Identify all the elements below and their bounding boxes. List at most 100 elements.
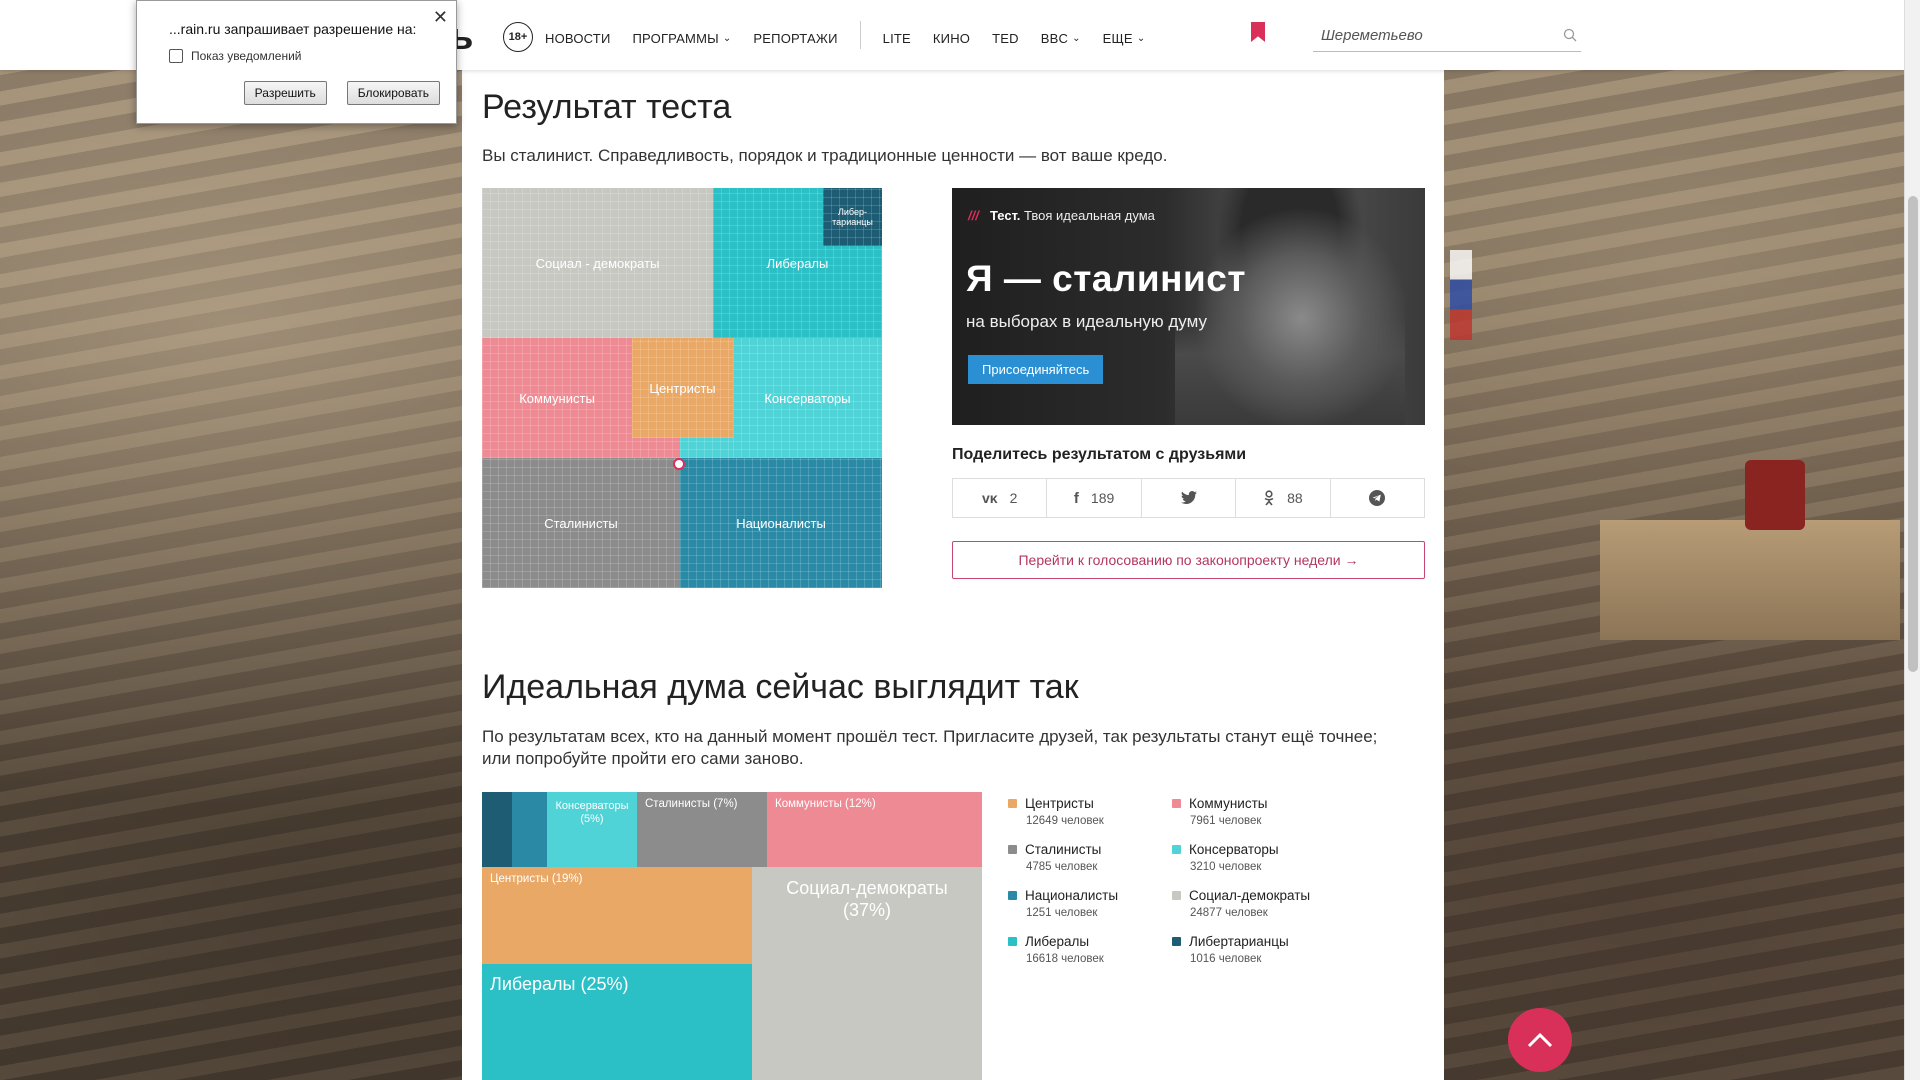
- share-facebook-button[interactable]: f 189: [1047, 479, 1142, 517]
- scrollbar-thumb[interactable]: [1908, 196, 1918, 672]
- cell-label: Сталинисты (7%): [645, 798, 738, 810]
- cell-label: Сталинисты: [544, 515, 618, 531]
- cell-label: Консерваторы (5%): [555, 800, 629, 825]
- treemap-cell-centrists: Центристы (19%): [482, 867, 752, 964]
- promo-tag: Тест. Твоя идеальная дума: [990, 208, 1155, 223]
- search-input[interactable]: [1313, 27, 1543, 44]
- treemap-cell-nationalists: [512, 792, 547, 867]
- share-count: 88: [1287, 490, 1303, 506]
- legend-name: Либералы: [1025, 934, 1090, 949]
- nav-label: TED: [992, 30, 1019, 46]
- nav-item-bbc[interactable]: BBC ⌄: [1041, 27, 1081, 49]
- nav-label: BBC: [1040, 30, 1069, 46]
- share-odnoklassniki-button[interactable]: 88: [1236, 479, 1331, 517]
- search-icon[interactable]: [1563, 28, 1577, 42]
- podium: [1600, 520, 1900, 640]
- popup-title: ...rain.ru запрашивает разрешение на:: [169, 21, 417, 37]
- legend-swatch: [1008, 891, 1017, 900]
- close-icon[interactable]: ✕: [433, 7, 448, 28]
- join-button[interactable]: Присоединяйтесь: [968, 355, 1104, 384]
- chevron-up-icon: [1527, 1032, 1553, 1048]
- facebook-icon: f: [1073, 489, 1079, 507]
- search-box: [1313, 20, 1581, 52]
- treemap-cell-communists-extra: [632, 438, 680, 458]
- legend-count: 4785 человек: [1026, 861, 1098, 873]
- legend-count: 16618 человек: [1026, 953, 1104, 965]
- nav-item-reports[interactable]: РЕПОРТАЖИ: [753, 27, 837, 49]
- vote-link-button[interactable]: Перейти к голосованию по законопроекту н…: [952, 541, 1425, 579]
- legend-count: 1016 человек: [1190, 953, 1262, 965]
- legend-name: Либертарианцы: [1189, 934, 1289, 949]
- treemap-cell-liberals: Либералы (25%): [482, 964, 752, 1080]
- overall-treemap: Консерваторы (5%) Сталинисты (7%) Коммун…: [482, 792, 982, 1080]
- chevron-down-icon: ⌄: [1072, 32, 1081, 44]
- nav-divider: [859, 21, 861, 49]
- nav-label: LITE: [882, 30, 911, 46]
- block-button[interactable]: Блокировать: [346, 81, 440, 105]
- share-twitter-button[interactable]: [1142, 479, 1237, 517]
- flag: [1450, 250, 1472, 340]
- legend-swatch: [1008, 799, 1017, 808]
- legend-name: Сталинисты: [1025, 842, 1102, 857]
- legend-item: Националисты 1251 человек: [1008, 888, 1178, 919]
- chair: [1745, 460, 1805, 530]
- bookmark-icon[interactable]: [1251, 22, 1265, 42]
- result-title: Результат теста: [482, 88, 732, 126]
- promo-tag-rest: Твоя идеальная дума: [1020, 208, 1155, 223]
- nav-item-news[interactable]: НОВОСТИ: [545, 27, 611, 49]
- legend-item: Центристы 12649 человек: [1008, 796, 1178, 827]
- result-marker: [673, 458, 685, 470]
- brand-stripes: ///: [968, 208, 979, 223]
- page-scrollbar[interactable]: [1904, 0, 1920, 1080]
- nav-label: ЕЩЕ: [1102, 30, 1133, 46]
- nav-item-more[interactable]: ЕЩЕ ⌄: [1103, 27, 1146, 49]
- share-vk-button[interactable]: ᴠκ 2: [953, 479, 1048, 517]
- legend-count: 3210 человек: [1190, 861, 1262, 873]
- treemap-cell-socdem: Социал - демократы: [482, 188, 713, 338]
- age-rating-badge: 18+: [503, 22, 533, 52]
- treemap-cell-conservatives-extra: [680, 438, 733, 458]
- treemap-cell-stalinists: Сталинисты (7%): [637, 792, 767, 867]
- share-bar: ᴠκ 2 f 189 88: [952, 478, 1425, 518]
- legend-name: Центристы: [1025, 796, 1094, 811]
- treemap-cell-socdem: Социал-демократы (37%): [752, 867, 982, 1080]
- nav-item-ted[interactable]: TED: [992, 27, 1019, 49]
- cell-label: Центристы (19%): [490, 873, 583, 885]
- treemap-cell-centrists: Центристы: [632, 338, 733, 438]
- legend-swatch: [1008, 937, 1017, 946]
- legend-swatch: [1008, 845, 1017, 854]
- cell-label: Центристы: [649, 380, 716, 396]
- treemap-cell-conservatives: Консерваторы: [733, 338, 882, 458]
- legend-name: Коммунисты: [1189, 796, 1268, 811]
- twitter-icon: [1180, 491, 1197, 504]
- scroll-to-top-button[interactable]: [1508, 1008, 1572, 1072]
- result-lead: Вы сталинист. Справедливость, порядок и …: [482, 146, 1168, 165]
- nav-label: ПРОГРАММЫ: [632, 30, 719, 46]
- legend-swatch: [1172, 799, 1181, 808]
- overall-lead: По результатам всех, кто на данный момен…: [482, 727, 1378, 768]
- legend-swatch: [1172, 937, 1181, 946]
- chevron-down-icon: ⌄: [722, 32, 732, 44]
- nav-item-lite[interactable]: LITE: [883, 27, 911, 49]
- promo-card[interactable]: /// Тест. Твоя идеальная дума Я — сталин…: [952, 188, 1425, 425]
- share-title: Поделитесь результатом с друзьями: [952, 446, 1247, 463]
- share-telegram-button[interactable]: [1331, 479, 1424, 517]
- vk-icon: ᴠκ: [982, 490, 998, 506]
- share-count: 2: [1009, 490, 1018, 506]
- allow-button[interactable]: Разрешить: [243, 81, 327, 105]
- permission-item: Показ уведомлений: [169, 49, 440, 63]
- treemap-cell-nationalists: Националисты: [680, 458, 882, 588]
- main-content: Результат теста Вы сталинист. Справедлив…: [462, 70, 1444, 1080]
- legend-item: Либералы 16618 человек: [1008, 934, 1178, 965]
- nav-item-kino[interactable]: КИНО: [933, 27, 970, 49]
- nav-item-programs[interactable]: ПРОГРАММЫ ⌄: [633, 27, 732, 49]
- legend-count: 12649 человек: [1026, 815, 1104, 827]
- popup-buttons: Разрешить Блокировать: [243, 81, 440, 105]
- notification-icon: [169, 49, 183, 63]
- legend-swatch: [1172, 891, 1181, 900]
- cell-label: Коммунисты (12%): [775, 798, 876, 810]
- personal-result-treemap: Социал - демократы Либералы Либер- тариа…: [482, 188, 882, 588]
- legend-count: 7961 человек: [1190, 815, 1262, 827]
- promo-headline: Я — сталинист: [966, 258, 1246, 299]
- cell-label: Националисты: [736, 515, 826, 531]
